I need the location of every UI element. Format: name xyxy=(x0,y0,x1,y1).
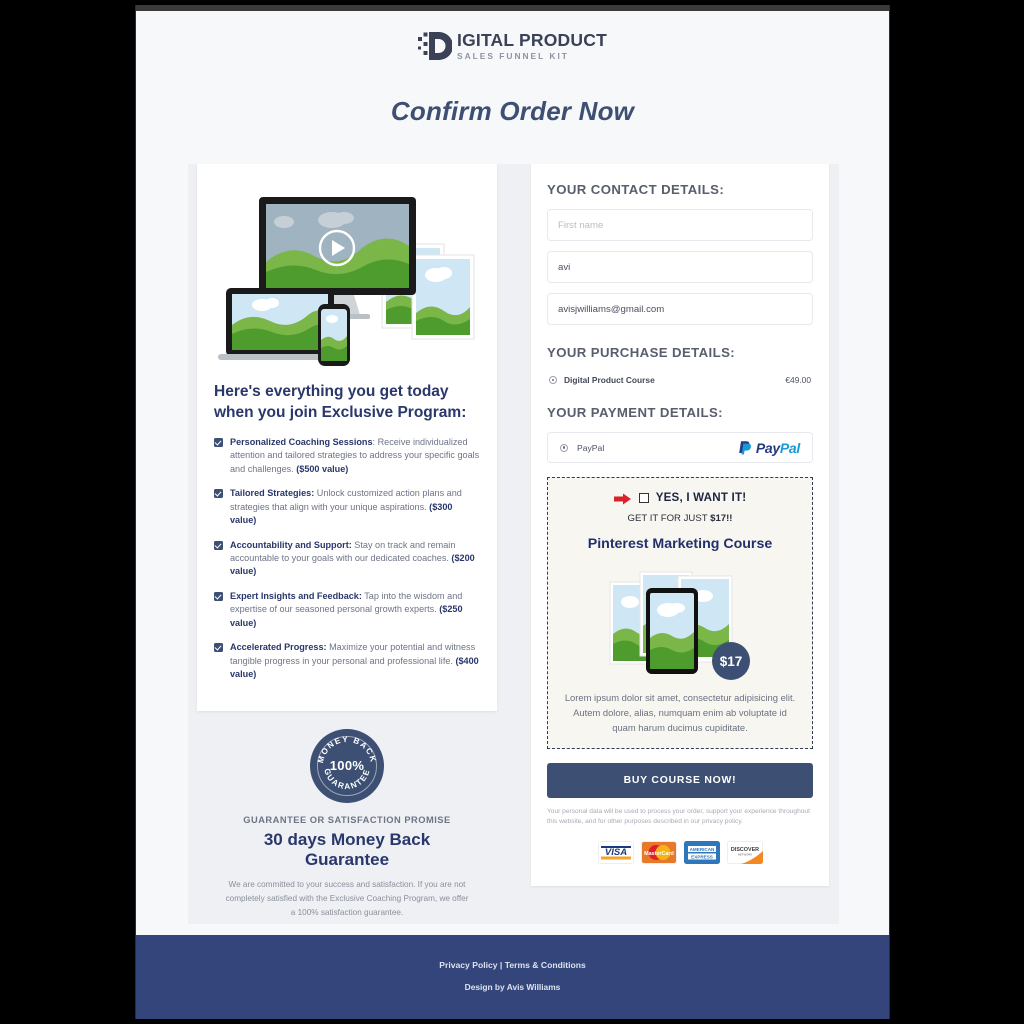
visa-card-icon: VISA xyxy=(597,840,634,864)
brand-logo[interactable]: IGITAL PRODUCT SALES FUNNEL KIT xyxy=(418,31,607,61)
check-icon xyxy=(214,591,223,601)
right-column: YOUR CONTACT DETAILS: First name avi avi… xyxy=(531,164,829,930)
paypal-logo-icon: Pay Pal xyxy=(736,439,800,456)
upsell-accept-row[interactable]: YES, I WANT IT! xyxy=(558,491,802,504)
check-icon xyxy=(214,643,223,653)
device-mockup-image xyxy=(214,192,480,368)
last-name-input[interactable]: avi xyxy=(547,251,813,283)
benefit-text: Accountability and Support: Stay on trac… xyxy=(230,539,475,577)
benefit-text: Accelerated Progress: Maximize your pote… xyxy=(230,642,479,680)
svg-text:NETWORK: NETWORK xyxy=(737,852,751,856)
upsell-description: Lorem ipsum dolor sit amet, consectetur … xyxy=(564,692,796,734)
upsell-title: Pinterest Marketing Course xyxy=(587,536,773,552)
guarantee-title: 30 days Money Back Guarantee xyxy=(263,829,431,869)
mastercard-card-icon: MasterCard xyxy=(640,840,677,864)
discover-card-icon: DISCOVER NETWORK xyxy=(726,840,763,864)
guarantee-body: We are committed to your success and sat… xyxy=(225,879,469,917)
logo-wordmark: IGITAL PRODUCT SALES FUNNEL KIT xyxy=(457,30,607,61)
screenshot-root: IGITAL PRODUCT SALES FUNNEL KIT Confirm … xyxy=(0,0,1024,1024)
purchase-item-row[interactable]: Digital Product Course €49.00 xyxy=(547,372,813,385)
benefit-text: Expert Insights and Feedback: Tap into t… xyxy=(230,590,463,628)
benefit-text: Tailored Strategies: Unlock customized a… xyxy=(230,488,462,526)
amex-card-icon: AMERICAN EXPRESS xyxy=(683,840,720,864)
browser-chrome-bar xyxy=(136,5,889,11)
logo-d-icon xyxy=(418,31,454,61)
page-footer: Privacy Policy | Terms & Conditions Desi… xyxy=(136,935,889,1019)
check-icon xyxy=(214,437,223,447)
list-item: Tailored Strategies: Unlock customized a… xyxy=(214,487,480,527)
page-header: IGITAL PRODUCT SALES FUNNEL KIT Confirm … xyxy=(136,5,889,127)
checkout-card: YOUR CONTACT DETAILS: First name avi avi… xyxy=(531,164,829,886)
purchase-item-label: Digital Product Course xyxy=(564,375,655,385)
guarantee-section: MONEY BACK GUARANTEE 100% GUARANTEE OR S… xyxy=(197,711,497,930)
buy-course-button[interactable]: BUY COURSE NOW! xyxy=(547,762,813,798)
list-item: Accountability and Support: Stay on trac… xyxy=(214,539,480,579)
upsell-yes-label: YES, I WANT IT! xyxy=(655,491,747,504)
purchase-item-price: €49.00 xyxy=(785,375,811,385)
paypal-word-pay: Pay xyxy=(755,439,780,456)
red-arrow-icon xyxy=(613,492,632,504)
benefit-text: Personalized Coaching Sessions: Receive … xyxy=(230,436,480,474)
upsell-price-badge: $17 xyxy=(712,642,750,680)
paypal-radio-icon[interactable] xyxy=(560,443,568,452)
upsell-product-image: $17 xyxy=(600,562,760,684)
paypal-word-pal: Pal xyxy=(779,439,800,456)
page-title: Confirm Order Now xyxy=(390,96,635,126)
upsell-price-line: GET IT FOR JUST $17!! xyxy=(627,513,733,524)
content-columns: Here's everything you get today when you… xyxy=(197,164,889,930)
product-offer-card: Here's everything you get today when you… xyxy=(197,164,497,711)
svg-text:EXPRESS: EXPRESS xyxy=(691,854,713,859)
svg-text:VISA: VISA xyxy=(604,847,626,858)
list-item: Expert Insights and Feedback: Tap into t… xyxy=(214,590,480,630)
purchase-details-title: YOUR PURCHASE DETAILS: xyxy=(547,345,736,360)
check-icon xyxy=(214,489,223,499)
email-input[interactable]: avisjwilliams@gmail.com xyxy=(547,293,813,325)
purchase-radio-icon[interactable] xyxy=(549,376,557,384)
guarantee-kicker: GUARANTEE OR SATISFACTION PROMISE xyxy=(243,814,451,825)
benefits-list: Personalized Coaching Sessions: Receive … xyxy=(214,436,480,682)
logo-sub-text: SALES FUNNEL KIT xyxy=(457,50,569,61)
terms-conditions-link[interactable]: Terms & Conditions xyxy=(505,960,586,970)
svg-text:AMERICAN: AMERICAN xyxy=(689,847,714,852)
payment-details-title: YOUR PAYMENT DETAILS: xyxy=(547,405,723,420)
browser-page: IGITAL PRODUCT SALES FUNNEL KIT Confirm … xyxy=(135,5,890,1019)
svg-text:MasterCard: MasterCard xyxy=(644,851,674,857)
first-name-input[interactable]: First name xyxy=(547,209,813,241)
footer-credit: Design by Avis Williams xyxy=(464,982,561,992)
privacy-note: Your personal data will be used to proce… xyxy=(547,807,810,826)
list-item: Accelerated Progress: Maximize your pote… xyxy=(214,641,480,681)
privacy-policy-link[interactable]: Privacy Policy xyxy=(439,960,497,970)
paypal-option-row[interactable]: PayPal Pay Pal xyxy=(547,432,813,463)
contact-details-title: YOUR CONTACT DETAILS: xyxy=(547,182,725,197)
accepted-cards-row: VISA MasterCard AMERICAN EXPRESS DISCOVE… xyxy=(547,840,813,864)
check-icon xyxy=(214,540,223,550)
footer-links: Privacy Policy | Terms & Conditions xyxy=(136,960,889,970)
money-back-guarantee-badge-icon: MONEY BACK GUARANTEE 100% xyxy=(310,728,384,803)
left-column: Here's everything you get today when you… xyxy=(197,164,497,930)
paypal-option-label: PayPal xyxy=(577,442,605,453)
list-item: Personalized Coaching Sessions: Receive … xyxy=(214,436,480,476)
footer-separator: | xyxy=(497,960,505,970)
seal-center-text: 100% xyxy=(329,757,365,773)
upsell-checkbox[interactable] xyxy=(638,492,649,503)
logo-main-text: IGITAL PRODUCT xyxy=(457,30,607,51)
upsell-box: YES, I WANT IT! GET IT FOR JUST $17!! Pi… xyxy=(547,477,813,749)
offer-heading: Here's everything you get today when you… xyxy=(214,383,467,421)
